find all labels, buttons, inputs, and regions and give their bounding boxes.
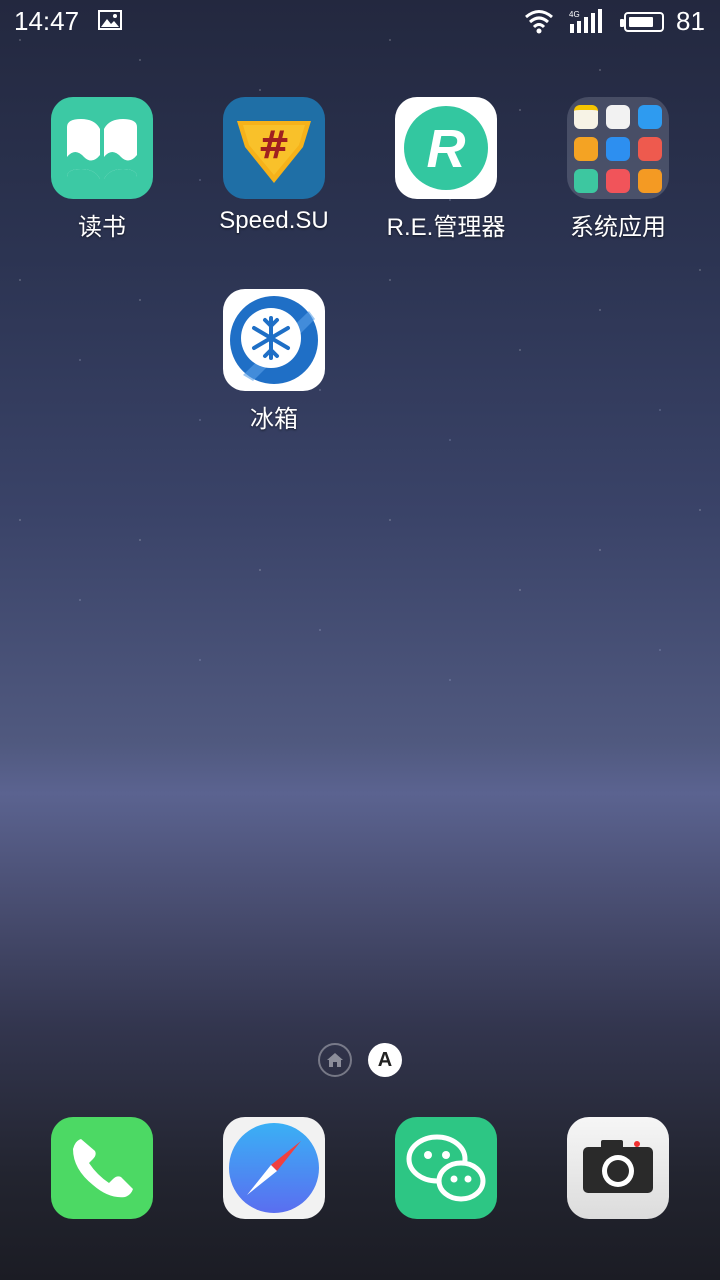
page-indicator-home[interactable] <box>318 1043 352 1077</box>
phone-icon[interactable] <box>51 1117 153 1219</box>
battery-icon <box>620 12 664 32</box>
app-speed-su[interactable]: # Speed.SU <box>194 97 354 235</box>
status-bar: 14:47 4G 81 <box>0 0 720 44</box>
app-reading[interactable]: 读书 <box>22 97 182 242</box>
compass-icon[interactable] <box>223 1117 325 1219</box>
dots-mini-icon <box>638 137 662 161</box>
calendar-mini-icon <box>606 105 630 129</box>
wifi-icon <box>525 10 553 34</box>
re-manager-icon: R <box>395 97 497 199</box>
superuser-hash-icon: # <box>223 97 325 199</box>
mail-mini-icon <box>638 105 662 129</box>
security-mini-icon <box>606 137 630 161</box>
folder-system-apps[interactable]: 系统应用 <box>538 97 698 242</box>
app-icebox[interactable]: 冰箱 <box>194 289 354 434</box>
tips-mini-icon <box>638 169 662 193</box>
battery-level: 81 <box>676 6 705 36</box>
wechat-icon[interactable] <box>395 1117 497 1219</box>
recorder-mini-icon <box>606 169 630 193</box>
cellular-signal-icon: 4G <box>569 9 602 33</box>
svg-text:#: # <box>258 123 290 167</box>
notes-mini-icon <box>574 105 598 129</box>
gallery-notification-icon <box>98 10 122 30</box>
folder-icon <box>567 97 669 199</box>
camera-icon[interactable] <box>567 1117 669 1219</box>
svg-text:R: R <box>427 119 466 179</box>
app-label: Speed.SU <box>219 207 329 234</box>
app-label: R.E.管理器 <box>386 214 506 241</box>
page-indicator-current[interactable]: A <box>368 1043 402 1077</box>
app-re-manager[interactable]: R R.E.管理器 <box>366 97 526 242</box>
tools-mini-icon <box>574 137 598 161</box>
network-type-label: 4G <box>569 10 580 19</box>
book-icon <box>51 97 153 199</box>
snowflake-icon <box>223 289 325 391</box>
app-label: 冰箱 <box>250 406 298 433</box>
app-label: 读书 <box>78 214 126 241</box>
app-label: 系统应用 <box>570 214 666 241</box>
download-mini-icon <box>574 169 598 193</box>
home-icon <box>327 1053 343 1067</box>
status-time: 14:47 <box>14 6 80 36</box>
battery-fill <box>629 17 653 27</box>
